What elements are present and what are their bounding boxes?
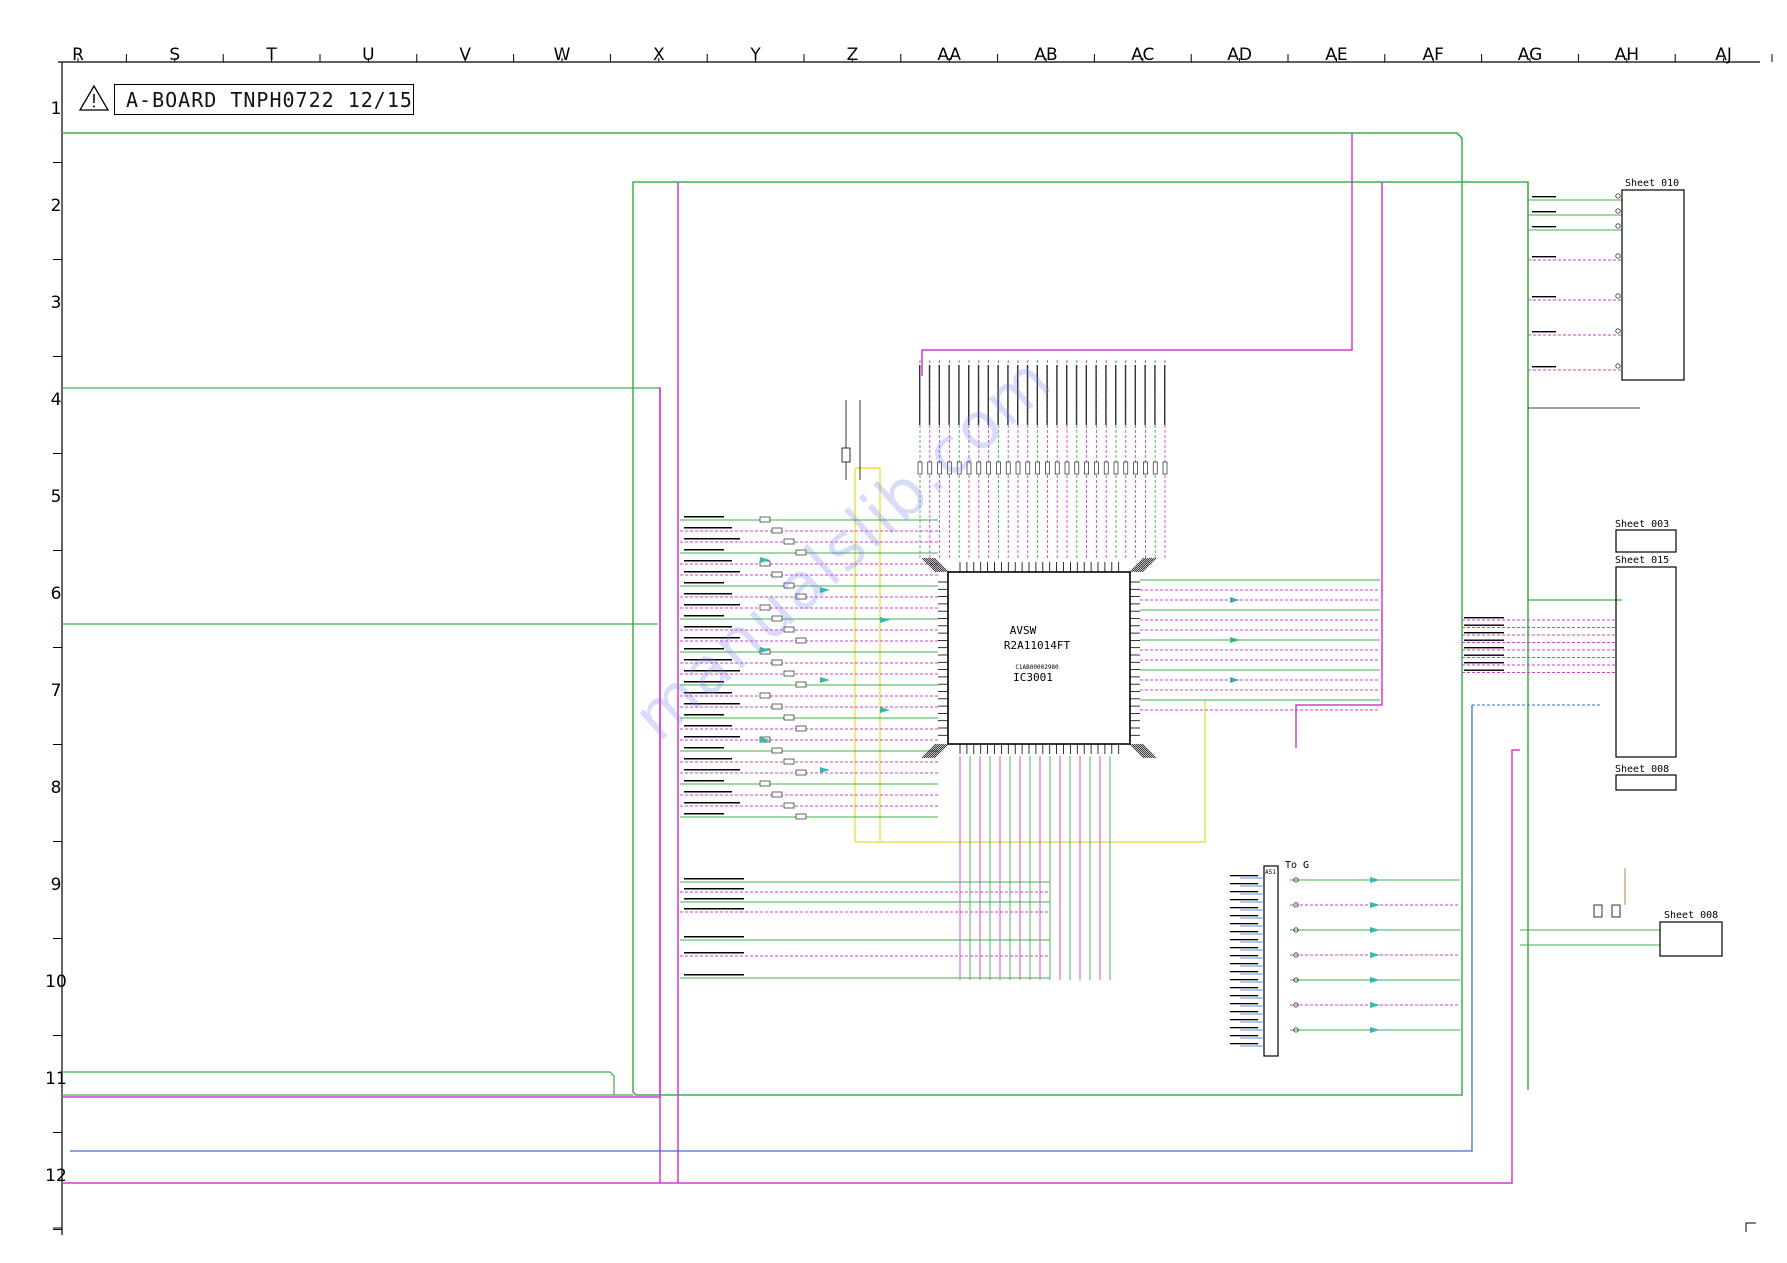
- column-label: AH: [1615, 45, 1639, 65]
- column-label: AB: [1034, 45, 1057, 65]
- sheet-015-label: Sheet 015: [1615, 555, 1669, 566]
- column-label: AA: [937, 45, 961, 65]
- column-label: AD: [1227, 45, 1252, 65]
- row-label: 2: [51, 196, 62, 216]
- connector-label: To G: [1285, 860, 1309, 871]
- row-label: 10: [45, 972, 67, 992]
- warning-icon: [78, 84, 110, 111]
- row-label: 1: [51, 99, 62, 119]
- ic-sub-code: C1AB00002980: [1015, 664, 1059, 671]
- sheet-015-block: Sheet 015: [1615, 555, 1677, 758]
- column-label: Z: [847, 45, 859, 65]
- column-label: AF: [1422, 45, 1443, 65]
- row-label: 5: [51, 487, 62, 507]
- connector-to-g: To G A51: [1230, 860, 1460, 1057]
- ic-ref: IC3001: [1013, 671, 1053, 684]
- column-label: AJ: [1715, 45, 1732, 65]
- row-label: 4: [51, 390, 62, 410]
- sheet-003-block: Sheet 003: [1615, 519, 1677, 553]
- column-label: R: [72, 45, 84, 65]
- schematic-sheet: R S T U V W X Y Z AA AB AC AD AE AF AG AH AJ 123456789101…: [45, 45, 1773, 1235]
- ic-part: R2A11014FT: [1004, 639, 1071, 652]
- column-label: U: [362, 45, 374, 65]
- ic-name: AVSW: [1010, 624, 1037, 637]
- sheet-010-block: Sheet 010: [1621, 178, 1685, 381]
- column-label: X: [653, 45, 665, 65]
- connector-ref: A51: [1265, 869, 1276, 876]
- row-label: 6: [51, 584, 62, 604]
- row-labels: 123456789101112: [45, 99, 67, 1186]
- column-label: V: [459, 45, 471, 65]
- column-label: T: [265, 45, 277, 65]
- ic-avsw: AVSW R2A11014FT C1AB00002980 IC3001: [938, 562, 1140, 754]
- sheet-title: A-BOARD TNPH0722 12/15: [126, 88, 413, 112]
- row-label: 8: [51, 778, 62, 798]
- row-label: 7: [51, 681, 62, 701]
- sheet-003-label: Sheet 003: [1615, 519, 1669, 530]
- column-label: AC: [1131, 45, 1154, 65]
- sheet-010-label: Sheet 010: [1625, 178, 1679, 189]
- row-label: 3: [51, 293, 62, 313]
- column-label: AE: [1325, 45, 1347, 65]
- sheet-008-label-b: Sheet 008: [1664, 910, 1718, 921]
- column-label: W: [554, 45, 571, 65]
- sheet-008-block-a: Sheet 008: [1615, 764, 1677, 791]
- magenta-bus: [62, 387, 661, 1098]
- sheet-008-block-b: Sheet 008: [1659, 910, 1723, 957]
- column-label: S: [169, 45, 180, 65]
- sheet-008-label-a: Sheet 008: [1615, 764, 1669, 775]
- row-label: 9: [51, 875, 62, 895]
- column-label: AG: [1518, 45, 1543, 65]
- column-label: Y: [749, 45, 761, 65]
